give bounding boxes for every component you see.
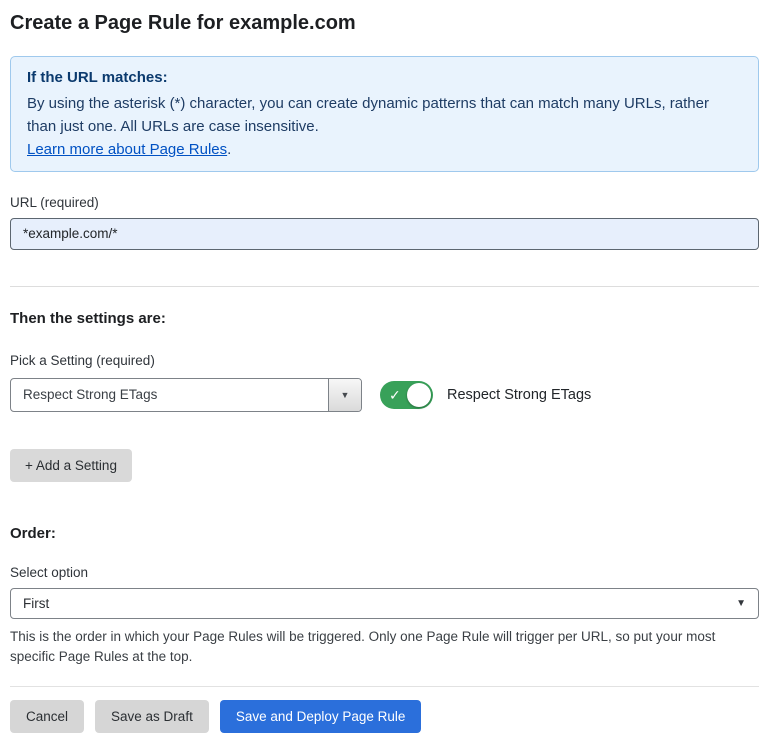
order-select-label: Select option	[10, 565, 759, 580]
learn-more-link[interactable]: Learn more about Page Rules	[27, 141, 227, 158]
info-box-body: By using the asterisk (*) character, you…	[27, 92, 742, 139]
check-icon: ✓	[389, 388, 401, 402]
url-field-label: URL (required)	[10, 195, 759, 210]
setting-row: Respect Strong ETags ▼ ✓ Respect Strong …	[10, 378, 759, 412]
settings-section-heading: Then the settings are:	[10, 310, 759, 327]
url-input[interactable]	[10, 218, 759, 250]
divider	[10, 286, 759, 287]
order-select-value: First	[23, 596, 49, 611]
toggle-label: Respect Strong ETags	[447, 387, 591, 403]
page-rule-form: Create a Page Rule for example.com If th…	[0, 0, 769, 749]
save-and-deploy-button[interactable]: Save and Deploy Page Rule	[220, 700, 422, 733]
cancel-button[interactable]: Cancel	[10, 700, 84, 733]
url-match-info-box: If the URL matches: By using the asteris…	[10, 56, 759, 172]
respect-strong-etags-toggle[interactable]: ✓	[380, 381, 433, 409]
order-section-heading: Order:	[10, 525, 759, 542]
add-setting-button[interactable]: + Add a Setting	[10, 449, 132, 482]
page-title: Create a Page Rule for example.com	[10, 12, 759, 35]
save-as-draft-button[interactable]: Save as Draft	[95, 700, 209, 733]
setting-select-value: Respect Strong ETags	[11, 379, 328, 411]
setting-picker-label: Pick a Setting (required)	[10, 353, 759, 368]
order-help-text: This is the order in which your Page Rul…	[10, 627, 759, 669]
setting-select-arrow-button[interactable]: ▼	[328, 379, 361, 411]
footer-actions: Cancel Save as Draft Save and Deploy Pag…	[10, 700, 759, 749]
setting-select[interactable]: Respect Strong ETags ▼	[10, 378, 362, 412]
order-select[interactable]: First ▼	[10, 588, 759, 619]
divider	[10, 686, 759, 687]
link-period: .	[227, 141, 231, 158]
toggle-knob	[407, 383, 431, 407]
info-link-line: Learn more about Page Rules.	[27, 141, 742, 158]
chevron-down-icon: ▼	[736, 598, 746, 609]
info-box-heading: If the URL matches:	[27, 69, 742, 86]
chevron-down-icon: ▼	[341, 390, 350, 400]
